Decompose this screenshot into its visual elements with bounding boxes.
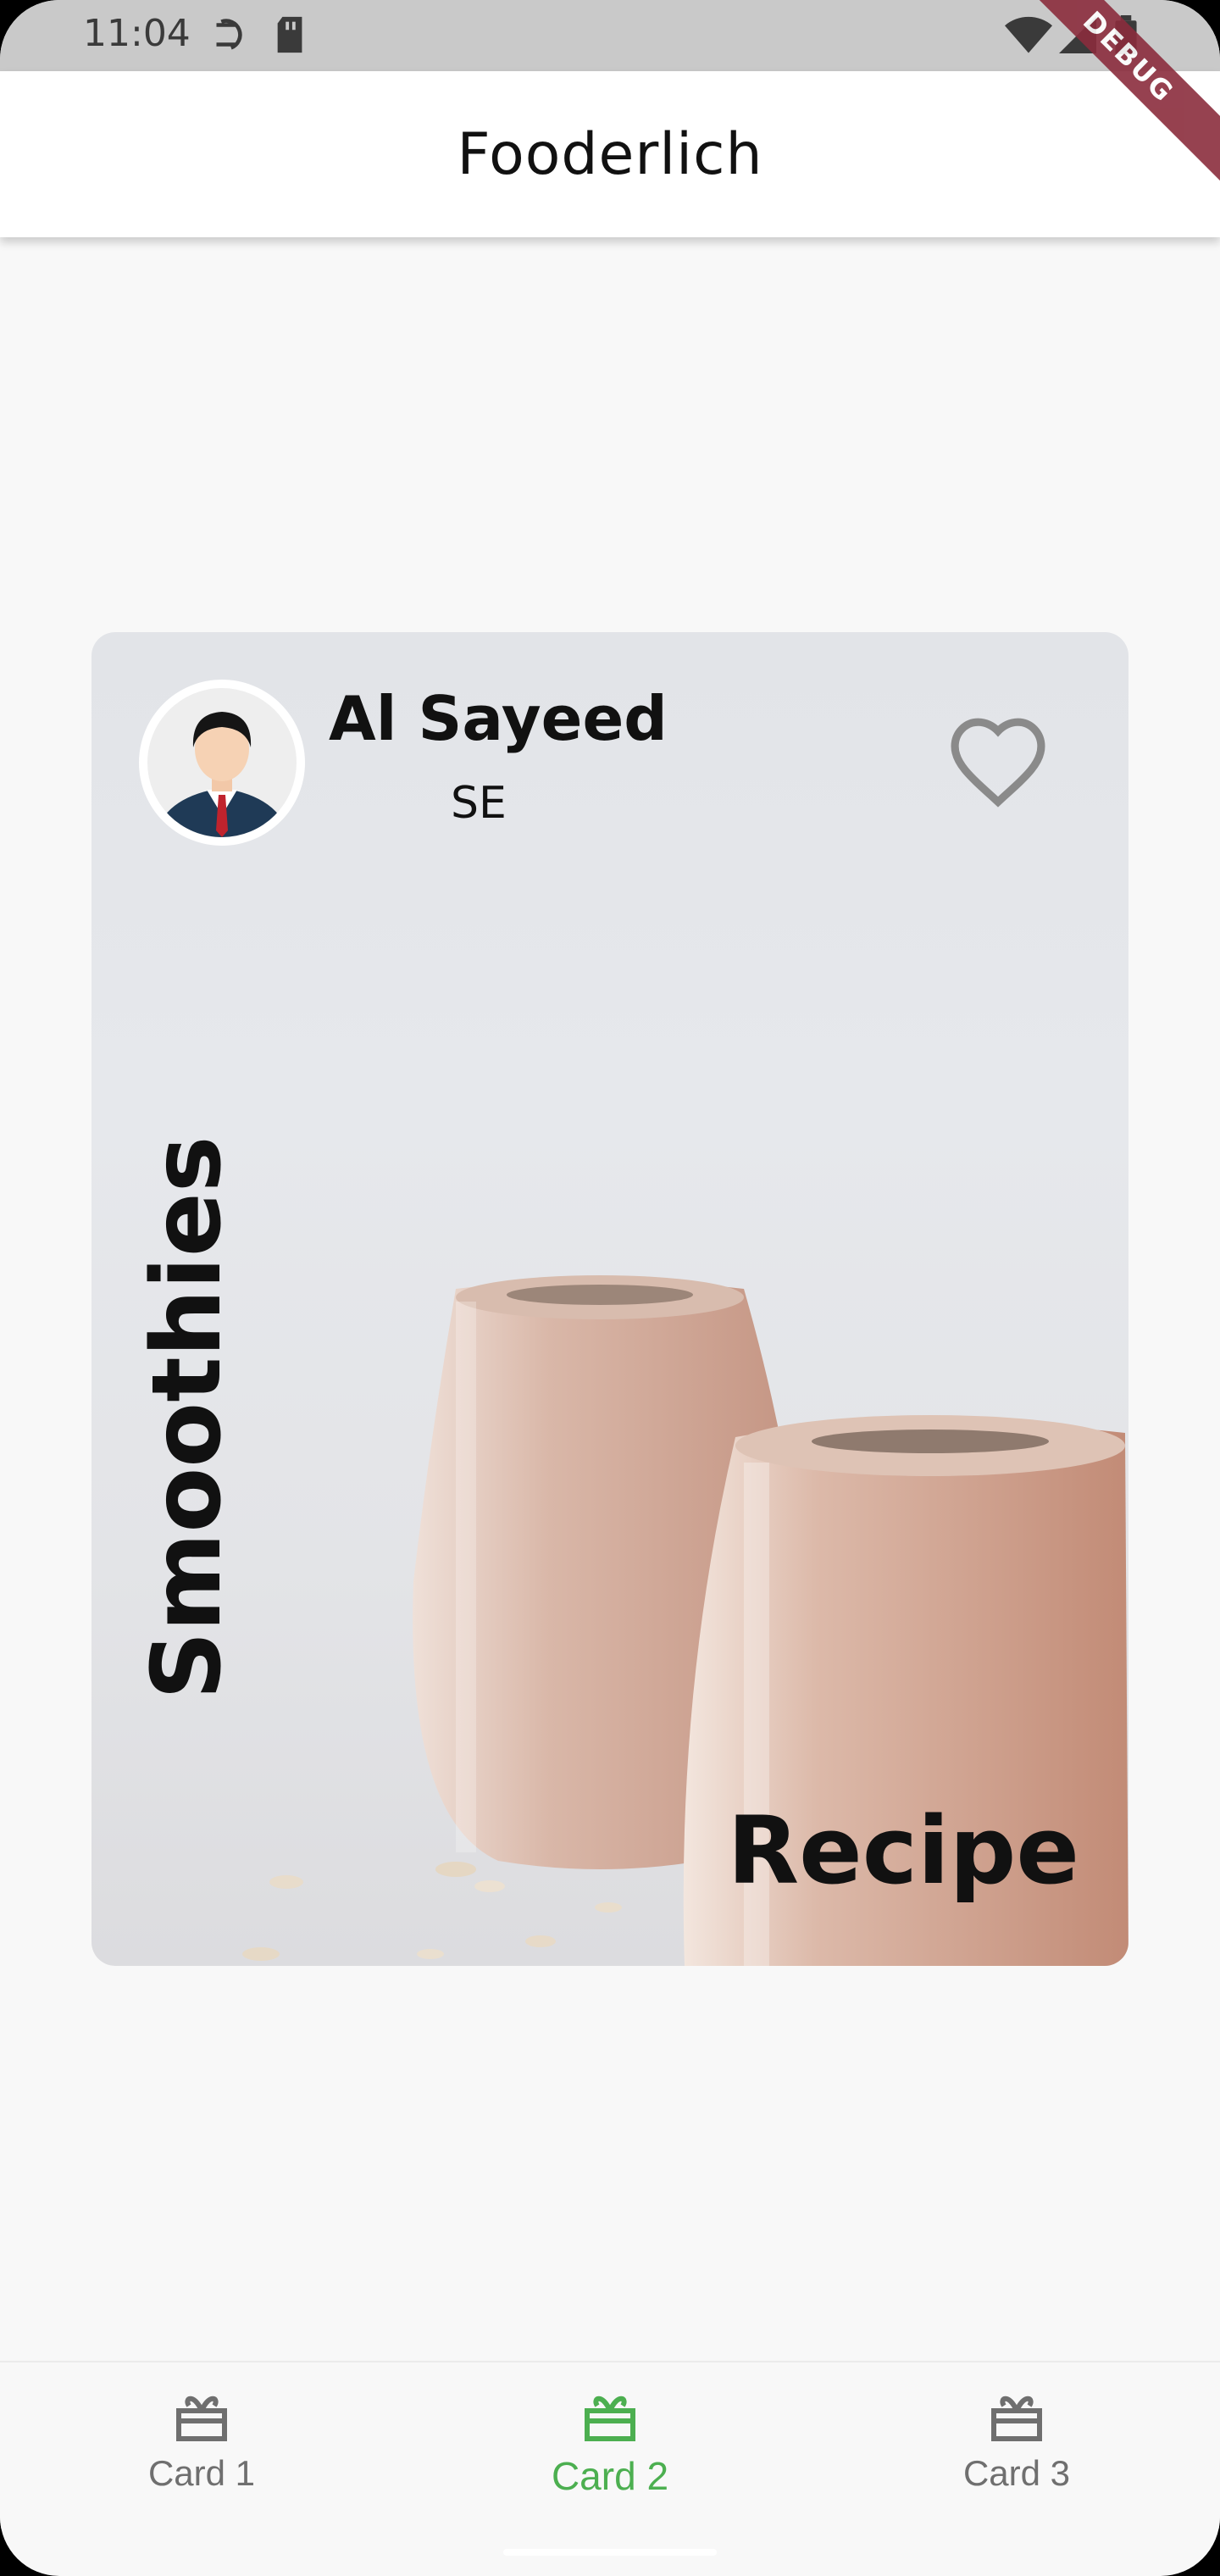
author-name: Al Sayeed [329, 683, 668, 754]
app-bar: Fooderlich [0, 71, 1220, 237]
home-indicator[interactable] [503, 2549, 717, 2556]
heart-outline-icon[interactable] [946, 713, 1051, 813]
nav-label: Card 1 [147, 2453, 256, 2493]
author-role: SE [451, 778, 507, 829]
nav-item-card-3[interactable]: Card 3 [915, 2388, 1118, 2494]
card-icon [991, 2396, 1042, 2441]
sync-icon [207, 15, 246, 58]
recipe-card[interactable]: Al Sayeed SE Smoothies Recipe [92, 632, 1128, 1966]
screen: 11:04 Fooderlich DEBUG Al Sayeed SE Smoo… [0, 0, 1220, 2576]
avatar-icon [147, 688, 297, 837]
wifi-icon [1005, 15, 1052, 58]
card-icon [176, 2396, 227, 2441]
bottom-navigation: Card 1 Card 2 Card 3 [0, 2361, 1220, 2529]
vertical-title: Smoothies [132, 1135, 242, 1700]
nav-label: Card 2 [551, 2454, 669, 2498]
status-time: 11:04 [83, 12, 191, 55]
nav-label: Card 3 [962, 2453, 1071, 2493]
card-icon [585, 2396, 635, 2441]
sd-card-icon [273, 15, 308, 58]
nav-item-card-2[interactable]: Card 2 [508, 2388, 712, 2499]
recipe-label: Recipe [727, 1796, 1079, 1905]
app-title: Fooderlich [457, 120, 763, 188]
nav-item-card-1[interactable]: Card 1 [100, 2388, 303, 2494]
avatar[interactable] [139, 680, 305, 846]
status-bar: 11:04 [0, 0, 1220, 71]
